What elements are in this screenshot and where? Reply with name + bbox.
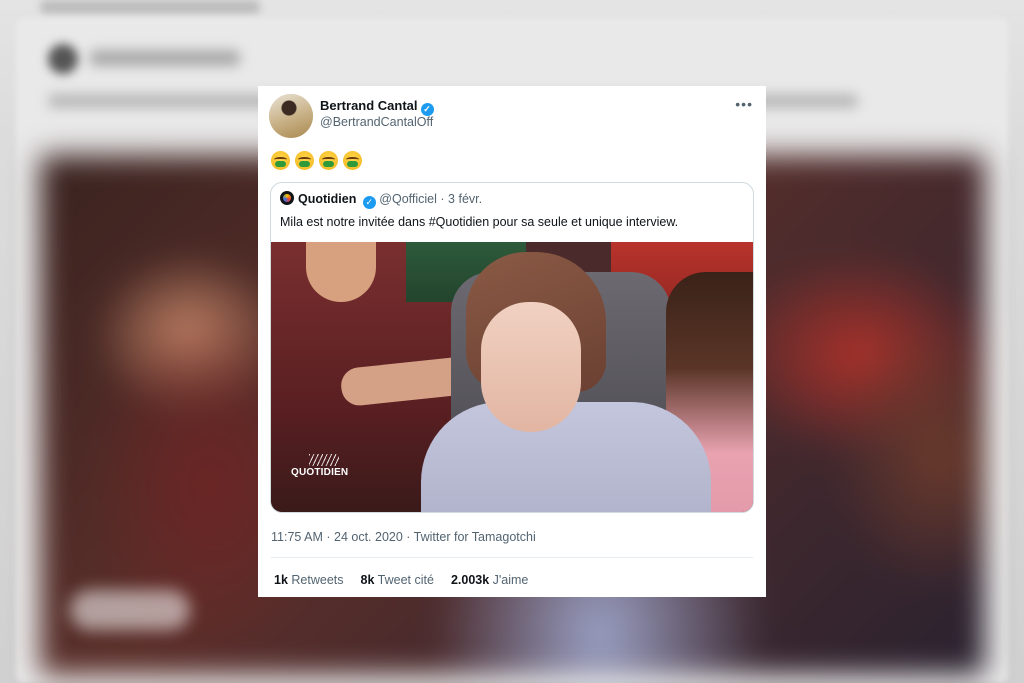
media-watermark: QUOTIDIEN bbox=[291, 467, 349, 478]
retweets-stat[interactable]: 1k Retweets bbox=[274, 573, 344, 587]
quoted-author-handle[interactable]: @Qofficiel bbox=[379, 192, 437, 206]
background-blur-bar bbox=[40, 0, 260, 14]
quoted-tweet-text: Mila est notre invitée dans #Quotidien p… bbox=[280, 215, 679, 229]
background-logo bbox=[70, 590, 190, 630]
nauseated-face-icon bbox=[271, 151, 290, 170]
quote-tweets-stat[interactable]: 8k Tweet cité bbox=[361, 573, 434, 587]
author-avatar[interactable] bbox=[269, 94, 313, 138]
nauseated-face-icon bbox=[343, 151, 362, 170]
quoted-media-image[interactable]: QUOTIDIEN bbox=[271, 242, 753, 512]
tweet-card[interactable]: Bertrand Cantal ✓ @BertrandCantalOff ••• … bbox=[258, 86, 766, 597]
quoted-tweet-header: Quotidien ✓ @Qofficiel · 3 févr. bbox=[280, 191, 482, 209]
nauseated-face-icon bbox=[319, 151, 338, 170]
quoted-date[interactable]: · 3 févr. bbox=[440, 192, 482, 206]
tweet-text bbox=[271, 151, 362, 170]
author-handle[interactable]: @BertrandCantalOff bbox=[320, 115, 433, 129]
more-options-icon[interactable]: ••• bbox=[735, 96, 753, 112]
background-name bbox=[90, 50, 240, 66]
author-name-row[interactable]: Bertrand Cantal ✓ bbox=[320, 98, 434, 116]
quotidien-logo-icon bbox=[309, 454, 339, 466]
author-name[interactable]: Bertrand Cantal bbox=[320, 98, 418, 113]
background-avatar bbox=[48, 44, 78, 74]
likes-stat[interactable]: 2.003k J'aime bbox=[451, 573, 528, 587]
quotidien-avatar[interactable] bbox=[280, 191, 294, 205]
quoted-author-name[interactable]: Quotidien bbox=[298, 192, 356, 206]
nauseated-face-icon bbox=[295, 151, 314, 170]
tweet-timestamp[interactable]: 11:75 AM · 24 oct. 2020 · Twitter for Ta… bbox=[271, 530, 536, 544]
verified-badge-icon: ✓ bbox=[362, 196, 376, 209]
quoted-tweet[interactable]: Quotidien ✓ @Qofficiel · 3 févr. Mila es… bbox=[270, 182, 754, 513]
divider bbox=[271, 557, 753, 558]
engagement-stats: 1k Retweets 8k Tweet cité 2.003k J'aime bbox=[274, 573, 528, 587]
